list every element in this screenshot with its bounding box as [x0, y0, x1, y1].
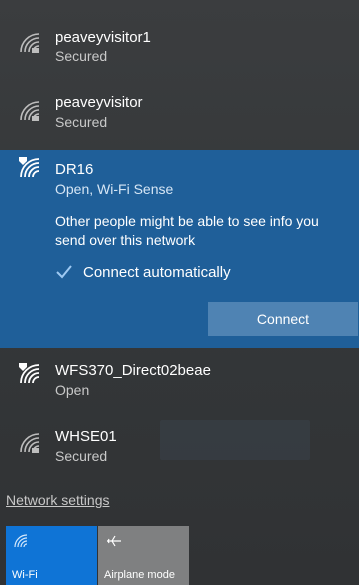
network-status: Secured [55, 448, 108, 464]
network-status: Secured [55, 114, 108, 130]
network-item[interactable]: peaveyvisitor Secured [0, 84, 359, 144]
airplane-mode-tile-label: Airplane mode [104, 569, 175, 581]
wifi-secured-icon [20, 33, 40, 53]
network-status: Open [55, 382, 90, 398]
wifi-icon [14, 534, 28, 548]
airplane-mode-tile[interactable]: Airplane mode [98, 526, 189, 585]
wifi-open-shield-icon [19, 363, 40, 384]
network-item[interactable]: WHSE01 Secured [0, 416, 359, 476]
airplane-icon [107, 535, 121, 547]
connect-automatically-option[interactable]: Connect automatically [55, 261, 231, 283]
network-settings-link[interactable]: Network settings [6, 492, 109, 508]
security-warning: Other people might be able to see info y… [55, 213, 319, 248]
network-item[interactable]: WFS370_Direct02beae Open [0, 350, 359, 410]
network-name: peaveyvisitor1 [55, 29, 151, 46]
wifi-secured-icon [20, 101, 40, 121]
network-name: WHSE01 [55, 428, 117, 445]
wifi-tile-label: Wi-Fi [12, 569, 38, 581]
network-item[interactable]: peaveyvisitor1 Secured [0, 18, 359, 78]
network-name: peaveyvisitor [55, 94, 143, 111]
wifi-secured-icon [20, 433, 40, 453]
network-flyout: peaveyvisitor1 Secured peaveyvisitor Sec… [0, 0, 359, 585]
wifi-tile[interactable]: Wi-Fi [6, 526, 97, 585]
network-name: DR16 [55, 161, 94, 178]
wifi-open-shield-icon [19, 157, 40, 178]
network-name: WFS370_Direct02beae [55, 362, 211, 379]
network-item-selected[interactable]: DR16 Open, Wi-Fi Sense Other people migh… [0, 150, 359, 348]
checkbox-checked-icon[interactable] [55, 263, 73, 281]
network-status: Open, Wi-Fi Sense [55, 181, 174, 197]
network-status: Secured [55, 48, 108, 64]
connect-button[interactable]: Connect [208, 302, 358, 336]
connect-automatically-label: Connect automatically [83, 263, 231, 281]
